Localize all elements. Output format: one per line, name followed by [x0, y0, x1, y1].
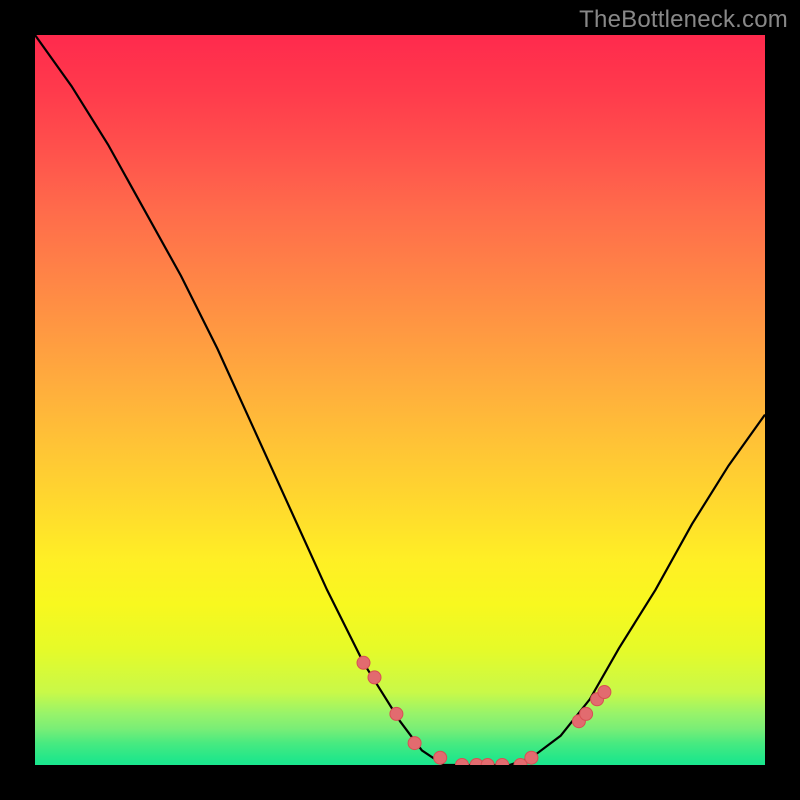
- highlight-dot: [456, 759, 469, 766]
- highlight-dot: [598, 686, 611, 699]
- plot-area: [35, 35, 765, 765]
- highlight-dots: [357, 656, 611, 765]
- bottleneck-curve: [35, 35, 765, 765]
- highlight-dot: [357, 656, 370, 669]
- highlight-dot: [368, 671, 381, 684]
- highlight-dot: [580, 707, 593, 720]
- highlight-dot: [434, 751, 447, 764]
- highlight-dot: [525, 751, 538, 764]
- highlight-dot: [390, 707, 403, 720]
- highlight-dot: [481, 759, 494, 766]
- curve-svg: [35, 35, 765, 765]
- chart-container: TheBottleneck.com: [0, 0, 800, 800]
- highlight-dot: [408, 737, 421, 750]
- attribution-label: TheBottleneck.com: [579, 6, 788, 34]
- highlight-dot: [496, 759, 509, 766]
